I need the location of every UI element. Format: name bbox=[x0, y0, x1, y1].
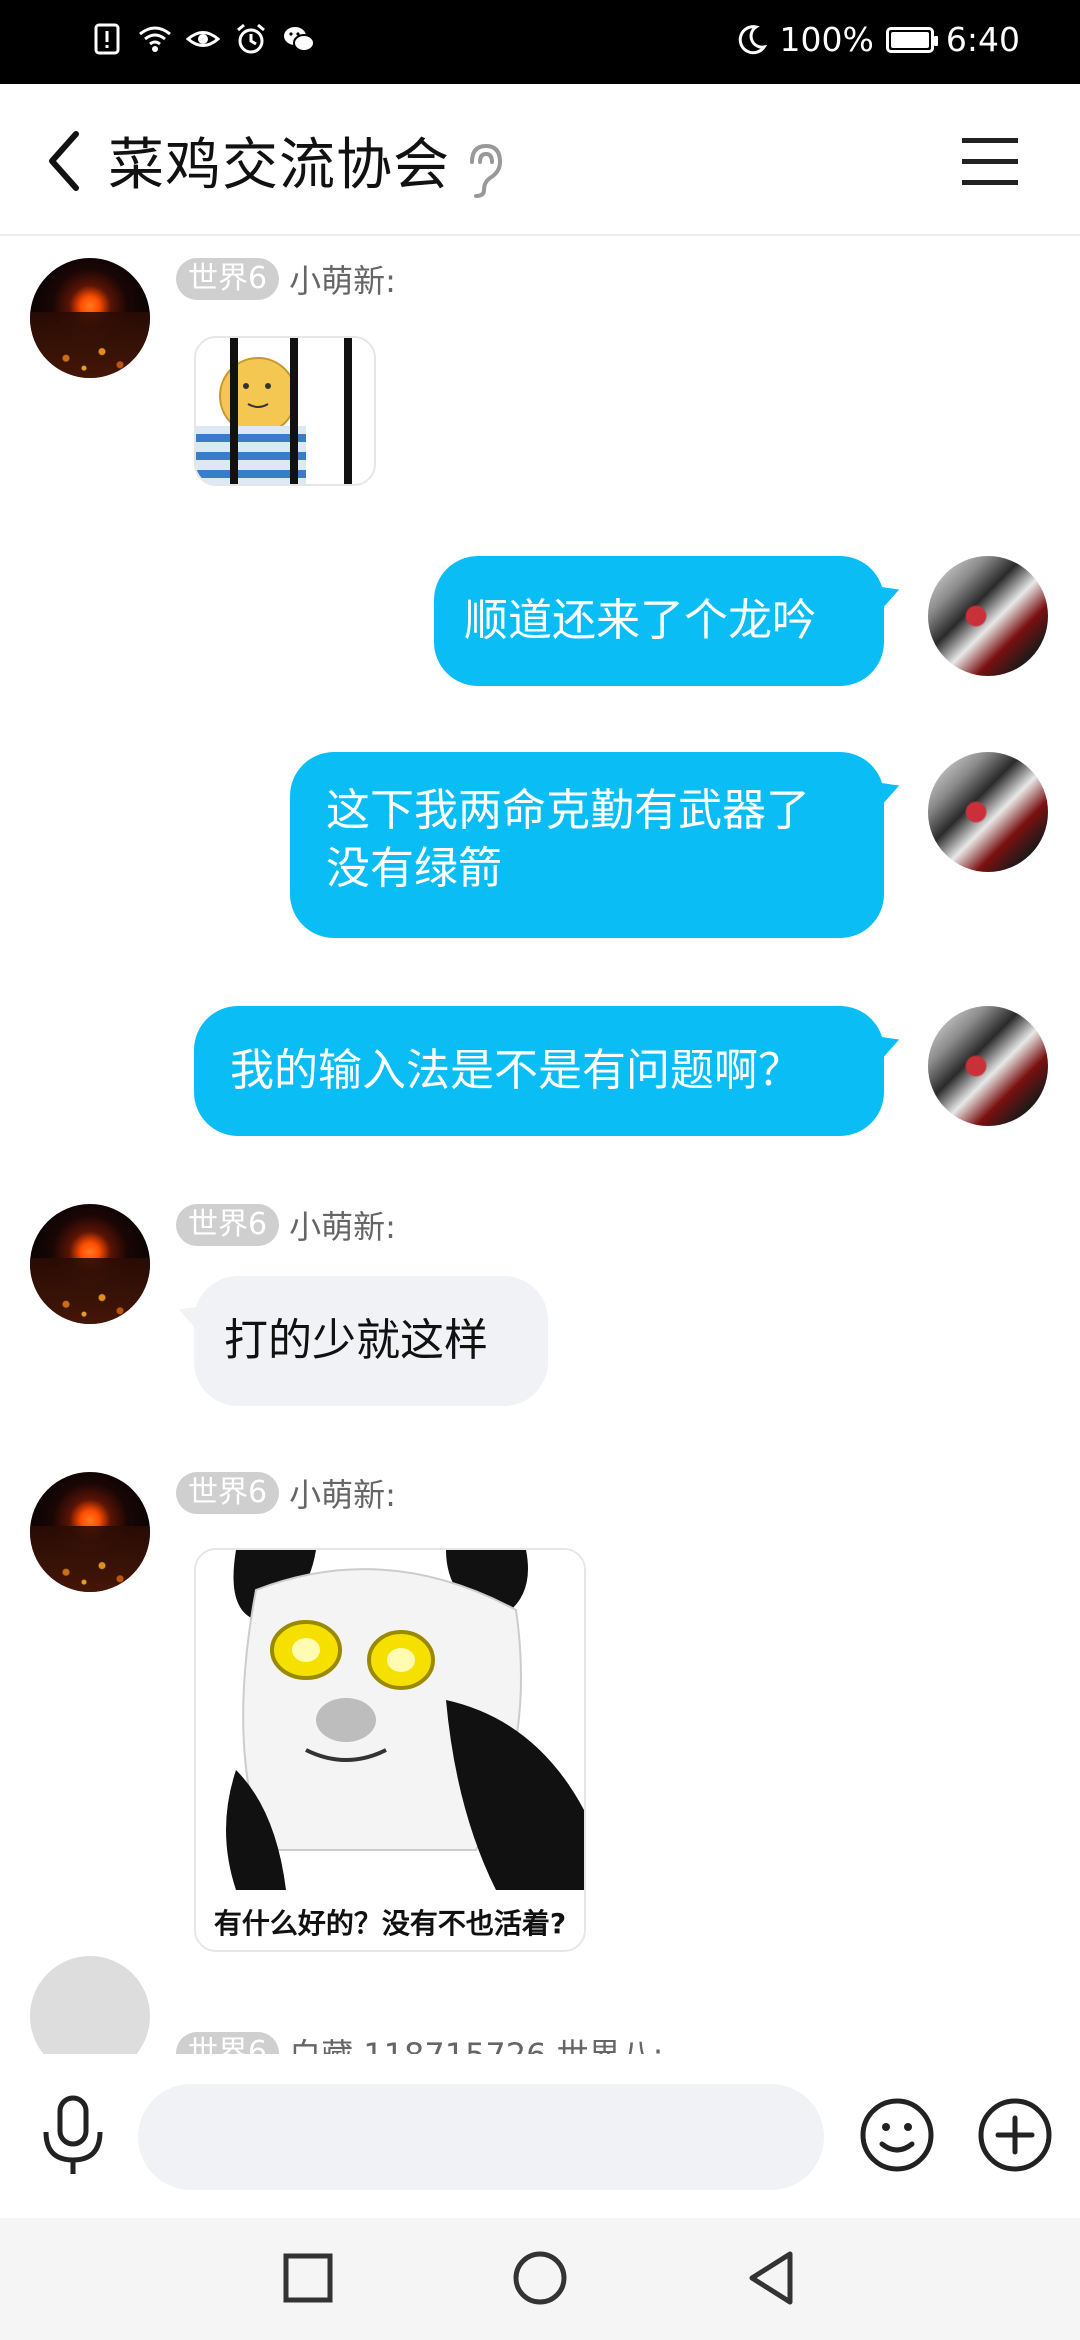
level-badge: 世界6 bbox=[176, 1204, 280, 1246]
avatar[interactable] bbox=[30, 1956, 150, 2054]
plus-circle-icon[interactable] bbox=[976, 2096, 1054, 2174]
panda-sticker-image bbox=[196, 1550, 584, 1950]
message-bubble-other[interactable]: 打的少就这样 bbox=[194, 1276, 548, 1406]
battery-icon bbox=[885, 26, 938, 53]
wifi-icon bbox=[139, 26, 171, 52]
message-text: 打的少就这样 bbox=[224, 1315, 488, 1366]
avatar[interactable] bbox=[30, 1204, 150, 1324]
message-bubble-self[interactable]: 顺道还来了个龙吟 bbox=[434, 556, 884, 686]
eye-icon bbox=[186, 31, 220, 47]
status-bar: 100% 6:40 bbox=[0, 0, 1080, 84]
sender-nick: 白藏 118715726 世界八: bbox=[289, 2030, 663, 2054]
message-text-line-2: 没有绿箭 bbox=[326, 843, 502, 894]
status-icons-left bbox=[90, 22, 316, 56]
message-meta: 世界6 小萌新: bbox=[176, 256, 396, 302]
jail-bars-sticker[interactable] bbox=[194, 336, 376, 486]
message-bubble-self[interactable]: 我的输入法是不是有问题啊？ bbox=[194, 1006, 884, 1136]
sender-nick: 小萌新: bbox=[289, 1476, 396, 1514]
panda-sticker[interactable]: 有什么好的？没有不也活着? bbox=[194, 1548, 586, 1952]
wechat-icon bbox=[284, 27, 315, 52]
message-text: 我的输入法是不是有问题啊？ bbox=[230, 1045, 802, 1096]
message-meta: 世界6 小萌新: bbox=[176, 1470, 396, 1516]
sender-nick: 小萌新: bbox=[289, 262, 396, 300]
avatar[interactable] bbox=[30, 258, 150, 378]
message-text: 顺道还来了个龙吟 bbox=[464, 595, 816, 646]
message-text-line-1: 这下我两命克勤有武器了 bbox=[326, 785, 810, 836]
level-badge: 世界6 bbox=[176, 1472, 280, 1514]
battery-fill bbox=[890, 31, 929, 48]
chevron-left-icon[interactable] bbox=[40, 126, 90, 196]
menu-icon[interactable] bbox=[960, 134, 1020, 188]
sticker-caption: 有什么好的？没有不也活着? bbox=[213, 1907, 567, 1940]
clock-time: 6:40 bbox=[945, 20, 1020, 59]
message-meta: 世界6 小萌新: bbox=[176, 1202, 396, 1248]
message-meta: 世界6 白藏 118715726 世界八: bbox=[176, 2030, 663, 2054]
avatar[interactable] bbox=[30, 1472, 150, 1592]
sim-alert-icon bbox=[94, 23, 120, 55]
triangle-back-icon[interactable] bbox=[742, 2248, 802, 2308]
avatar[interactable] bbox=[928, 1006, 1048, 1126]
square-icon[interactable] bbox=[278, 2248, 338, 2308]
avatar[interactable] bbox=[928, 556, 1048, 676]
system-nav-bar bbox=[0, 2218, 1080, 2340]
message-input[interactable] bbox=[138, 2084, 824, 2190]
jail-bars-sticker-image bbox=[196, 338, 374, 484]
page-title: 菜鸡交流协会 bbox=[108, 133, 450, 198]
moon-icon bbox=[738, 24, 767, 54]
circle-icon[interactable] bbox=[510, 2248, 570, 2308]
message-bubble-self[interactable]: 这下我两命克勤有武器了 没有绿箭 bbox=[290, 752, 884, 938]
chat-header: 菜鸡交流协会 bbox=[0, 84, 1080, 236]
alarm-icon bbox=[237, 23, 265, 54]
input-bar bbox=[0, 2054, 1080, 2218]
ear-icon[interactable] bbox=[462, 140, 506, 200]
battery-percent: 100% bbox=[779, 20, 874, 59]
sender-nick: 小萌新: bbox=[289, 1208, 396, 1246]
level-badge: 世界6 bbox=[176, 258, 280, 300]
microphone-icon[interactable] bbox=[38, 2094, 108, 2178]
level-badge: 世界6 bbox=[176, 2032, 280, 2054]
status-icons-right: 100% 6:40 bbox=[734, 20, 1020, 59]
chat-area[interactable]: 世界6 小萌新: 顺道还来了个龙吟 这下我两命克勤有武器了 没有绿箭 我的输入法… bbox=[0, 236, 1080, 2054]
avatar[interactable] bbox=[928, 752, 1048, 872]
smiley-icon[interactable] bbox=[858, 2096, 936, 2174]
